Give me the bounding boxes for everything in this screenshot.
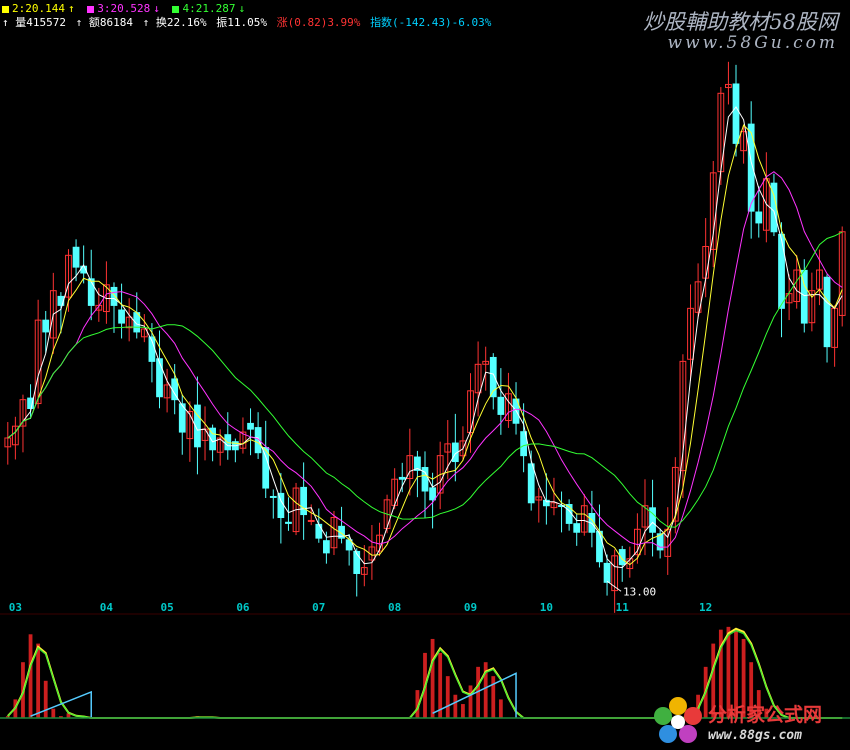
watermark-title: 炒股輔助教材58股网 bbox=[643, 10, 838, 34]
candle-body-20 bbox=[156, 358, 163, 398]
index-stat: 指数(-142.43)-6.03% bbox=[370, 16, 492, 29]
amplitude-stat: 振11.05% bbox=[216, 16, 267, 29]
ma3-label: 3:20.528 bbox=[97, 2, 151, 15]
volume-stat: ↑ 量415572 bbox=[2, 16, 66, 29]
candle-body-40 bbox=[307, 519, 315, 522]
x-tick-03: 03 bbox=[9, 601, 22, 614]
candle-body-102 bbox=[778, 233, 785, 309]
candle-body-36 bbox=[277, 492, 285, 519]
indicator-bar-57 bbox=[438, 652, 443, 718]
ma-legend: 2:20.144 ↑ 3:20.528 ↓ 4:21.287 ↓ bbox=[2, 2, 251, 15]
change-stat: 涨(0.82)3.99% bbox=[276, 16, 361, 29]
ma4-label: 4:21.287 bbox=[182, 2, 236, 15]
candle-body-39 bbox=[300, 486, 308, 516]
site-logo: 分析家公式网 www.88gs.com bbox=[650, 692, 850, 750]
indicator-bar-65 bbox=[498, 699, 503, 718]
indicator-bar-5 bbox=[43, 680, 48, 718]
ma4-legend: 4:21.287 ↓ bbox=[172, 2, 248, 15]
candle-body-56 bbox=[429, 487, 436, 501]
candle-body-5 bbox=[42, 319, 50, 333]
candle-body-37 bbox=[285, 521, 292, 524]
candle-body-15 bbox=[118, 309, 125, 324]
indicator-bar-59 bbox=[453, 694, 458, 718]
candle-body-14 bbox=[110, 286, 118, 306]
ma2-arrow: ↑ bbox=[67, 2, 75, 15]
candlestick-chart: 03 04 05 06 07 08 09 10 11 12 13.00 bbox=[0, 61, 850, 719]
ma2-legend: 2:20.144 ↑ bbox=[2, 2, 78, 15]
watermark-url: www.58Gu.com bbox=[667, 33, 838, 53]
amount-stat: ↑ 额86184 bbox=[75, 16, 133, 29]
x-tick-12: 12 bbox=[699, 601, 712, 614]
candle-body-65 bbox=[497, 396, 505, 415]
x-tick-05: 05 bbox=[160, 601, 173, 614]
candle-body-79 bbox=[603, 562, 611, 583]
candle-body-35 bbox=[269, 495, 277, 498]
candle-body-52 bbox=[398, 476, 406, 480]
ma3-arrow: ↓ bbox=[153, 2, 160, 15]
candle-body-75 bbox=[573, 523, 581, 533]
candle-body-9 bbox=[72, 246, 80, 268]
turnover-stat: ↑ 换22.16% bbox=[142, 16, 207, 29]
logo-title: 分析家公式网 bbox=[708, 704, 823, 726]
x-tick-09: 09 bbox=[464, 601, 477, 614]
candle-body-108 bbox=[823, 276, 831, 348]
indicator-bar-60 bbox=[461, 704, 465, 718]
low-annotation: 13.00 bbox=[623, 585, 656, 598]
ma3-legend: 3:20.528 ↓ bbox=[87, 2, 163, 15]
candle-body-41 bbox=[315, 523, 323, 539]
candle-body-33 bbox=[254, 427, 262, 454]
x-tick-06: 06 bbox=[236, 601, 250, 614]
candle-body-32 bbox=[247, 422, 254, 430]
flower-icon bbox=[654, 697, 702, 743]
x-tick-04: 04 bbox=[100, 601, 114, 614]
low-pointer bbox=[606, 580, 622, 592]
candle-body-78 bbox=[596, 530, 603, 563]
indicator-bar-4 bbox=[36, 643, 41, 718]
indicator-bar-6 bbox=[51, 708, 56, 718]
candle-body-42 bbox=[323, 540, 330, 554]
x-tick-07: 07 bbox=[312, 601, 325, 614]
indicator-ramp-2 bbox=[432, 672, 517, 718]
indicator-bar-3 bbox=[28, 634, 33, 718]
candle-body-46 bbox=[353, 550, 361, 574]
stock-chart: 03 04 05 06 07 08 09 10 11 12 13.00 bbox=[0, 0, 850, 750]
logo-url: www.88gs.com bbox=[708, 728, 802, 743]
candle-body-99 bbox=[755, 211, 763, 224]
candle-body-69 bbox=[527, 463, 535, 504]
x-tick-11: 11 bbox=[616, 601, 630, 614]
x-tick-08: 08 bbox=[388, 601, 401, 614]
ma2-label: 2:20.144 bbox=[12, 2, 65, 15]
indicator-bar-64 bbox=[491, 676, 496, 718]
indicator-bar-58 bbox=[445, 676, 450, 718]
ma4-arrow: ↓ bbox=[238, 2, 246, 15]
indicator-bar-56 bbox=[430, 638, 435, 718]
stats-row: ↑ 量415572 ↑ 额86184 ↑ 换22.16% 振11.05% 涨(0… bbox=[2, 16, 494, 29]
indicator-bar-61 bbox=[468, 685, 473, 718]
candle-body-96 bbox=[732, 83, 740, 144]
x-tick-10: 10 bbox=[540, 601, 553, 614]
